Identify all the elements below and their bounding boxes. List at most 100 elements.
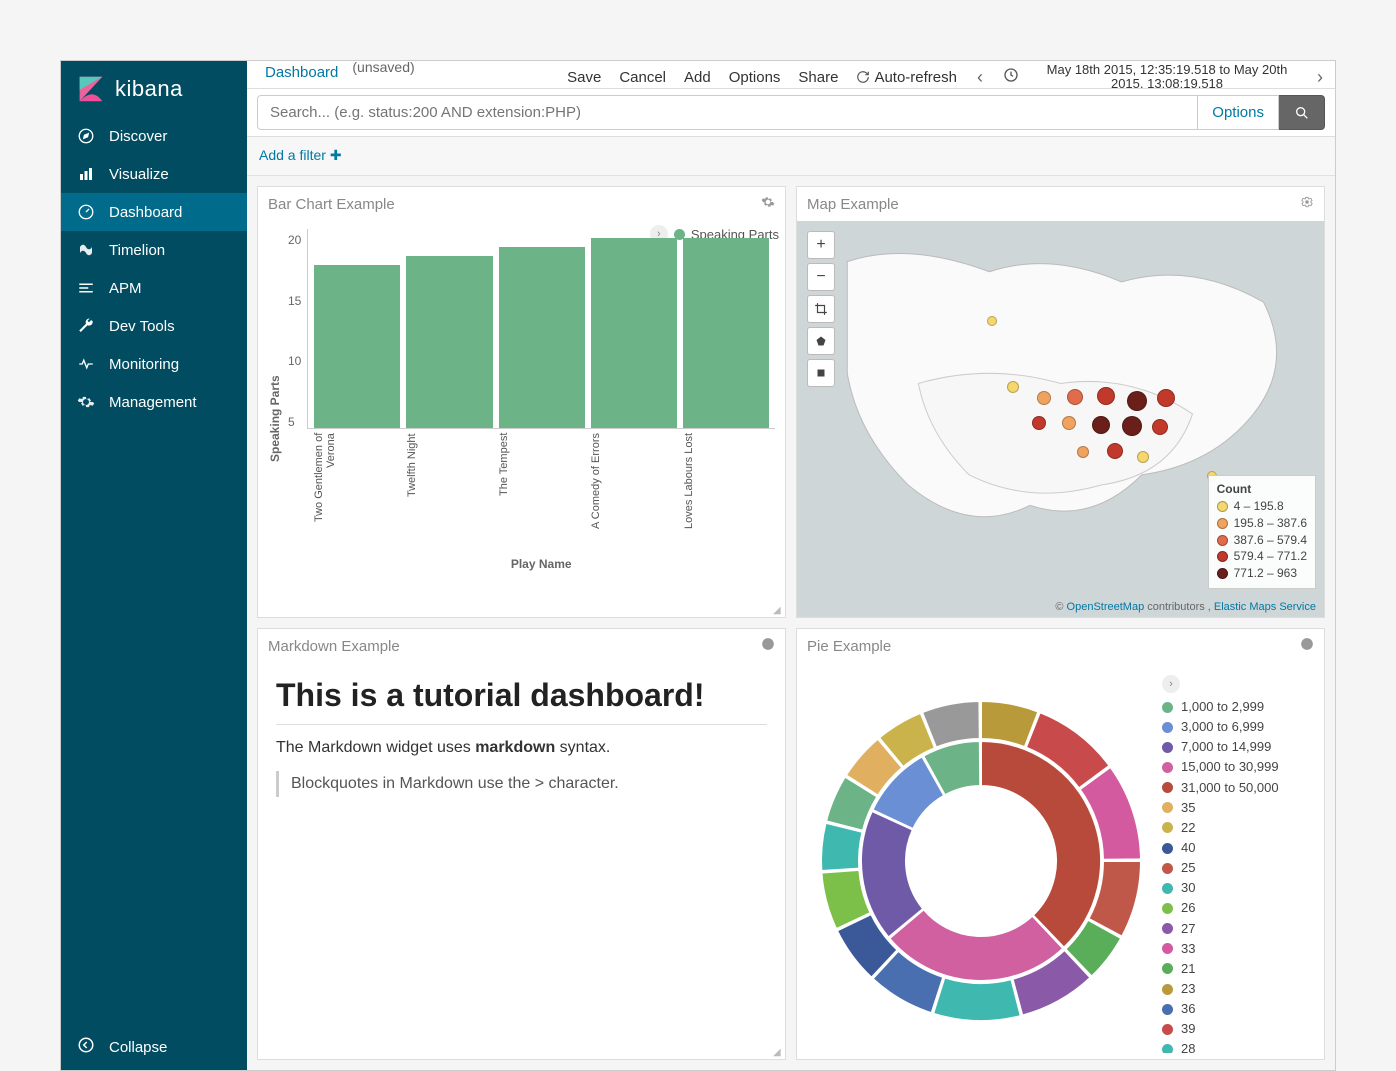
legend-item[interactable]: 22	[1162, 818, 1314, 838]
sidebar-item-management[interactable]: Management	[61, 383, 247, 421]
legend-swatch	[1162, 1004, 1173, 1015]
zoom-in-button[interactable]: +	[807, 231, 835, 259]
legend-item[interactable]: 39	[1162, 1019, 1314, 1039]
panel-settings-button[interactable]	[1300, 637, 1314, 655]
map-canvas[interactable]: + − C	[797, 221, 1324, 617]
sidebar-item-visualize[interactable]: Visualize	[61, 155, 247, 193]
x-tick-label: The Tempest	[498, 433, 584, 553]
legend-item[interactable]: 15,000 to 30,999	[1162, 757, 1314, 777]
legend-item[interactable]: 26	[1162, 898, 1314, 918]
crop-icon	[814, 302, 828, 316]
legend-item[interactable]: 7,000 to 14,999	[1162, 737, 1314, 757]
legend-item[interactable]: 33	[1162, 939, 1314, 959]
markdown-body: This is a tutorial dashboard! The Markdo…	[258, 663, 785, 811]
cancel-button[interactable]: Cancel	[619, 69, 666, 86]
logo[interactable]: kibana	[61, 61, 247, 117]
panel-title: Map Example	[807, 196, 899, 213]
legend-item[interactable]: 28	[1162, 1039, 1314, 1053]
sidebar-item-label: Monitoring	[109, 356, 179, 373]
sidebar: kibana DiscoverVisualizeDashboardTimelio…	[61, 61, 247, 1070]
timepicker-next-button[interactable]: ›	[1315, 67, 1325, 88]
bar[interactable]	[683, 238, 769, 428]
legend-item[interactable]: 35	[1162, 798, 1314, 818]
draw-rectangle-button[interactable]	[807, 359, 835, 387]
legend-swatch	[1162, 782, 1173, 793]
bar[interactable]	[406, 256, 492, 428]
sidebar-item-timelion[interactable]: Timelion	[61, 231, 247, 269]
sidebar-item-monitoring[interactable]: Monitoring	[61, 345, 247, 383]
legend-item[interactable]: 27	[1162, 919, 1314, 939]
draw-polygon-button[interactable]	[807, 327, 835, 355]
legend-item[interactable]: 3,000 to 6,999	[1162, 717, 1314, 737]
topbar: Dashboard (unsaved) SaveCancelAddOptions…	[247, 61, 1335, 89]
bar[interactable]	[499, 247, 585, 428]
x-tick-label: A Comedy of Errors	[590, 433, 676, 553]
bar-plot-area[interactable]	[307, 229, 775, 429]
legend-toggle-button[interactable]: ›	[1162, 675, 1180, 693]
search-icon	[1294, 105, 1310, 121]
zoom-out-button[interactable]: −	[807, 263, 835, 291]
legend-swatch	[1162, 863, 1173, 874]
legend-item[interactable]: 40	[1162, 838, 1314, 858]
bar[interactable]	[591, 238, 677, 428]
ems-link[interactable]: Elastic Maps Service	[1214, 601, 1316, 613]
options-button[interactable]: Options	[729, 69, 781, 86]
resize-handle[interactable]: ◢	[773, 1047, 783, 1057]
panel-settings-button[interactable]	[761, 637, 775, 655]
panel-settings-button[interactable]	[1300, 195, 1314, 213]
apm-icon	[77, 279, 95, 297]
heartbeat-icon	[77, 355, 95, 373]
timelion-icon	[77, 241, 95, 259]
plus-icon: ✚	[330, 147, 342, 163]
legend-item[interactable]: 23	[1162, 979, 1314, 999]
legend-label: 3,000 to 6,999	[1181, 717, 1264, 737]
map-controls: + −	[807, 231, 835, 387]
time-range[interactable]: May 18th 2015, 12:35:19.518 to May 20th …	[1037, 63, 1297, 89]
add-button[interactable]: Add	[684, 69, 711, 86]
bar[interactable]	[314, 265, 400, 428]
sidebar-item-dev-tools[interactable]: Dev Tools	[61, 307, 247, 345]
panel-pie: Pie Example › 1,000 to 2,9993,000 to 6,9…	[796, 628, 1325, 1060]
add-filter-button[interactable]: Add a filter ✚	[259, 147, 342, 163]
y-axis-ticks: 2015105	[282, 229, 307, 429]
resize-handle[interactable]: ◢	[773, 605, 783, 615]
wrench-icon	[77, 317, 95, 335]
breadcrumb[interactable]: Dashboard	[257, 61, 346, 84]
legend-item[interactable]: 30	[1162, 878, 1314, 898]
save-button[interactable]: Save	[567, 69, 601, 86]
legend-label: 1,000 to 2,999	[1181, 697, 1264, 717]
legend-item[interactable]: 21	[1162, 959, 1314, 979]
auto-refresh-button[interactable]: Auto-refresh	[856, 69, 957, 86]
gauge-icon	[77, 203, 95, 221]
timepicker-prev-button[interactable]: ‹	[975, 67, 985, 88]
sidebar-item-apm[interactable]: APM	[61, 269, 247, 307]
filter-bar: Add a filter ✚	[247, 137, 1335, 176]
gear-icon	[761, 195, 775, 209]
legend-swatch	[1162, 843, 1173, 854]
legend-item[interactable]: 25	[1162, 858, 1314, 878]
panel-title: Bar Chart Example	[268, 196, 395, 213]
panel-settings-button[interactable]	[761, 195, 775, 213]
legend-swatch	[1162, 923, 1173, 934]
share-button[interactable]: Share	[798, 69, 838, 86]
pie-canvas[interactable]	[803, 669, 1158, 1053]
sidebar-item-discover[interactable]: Discover	[61, 117, 247, 155]
sidebar-item-dashboard[interactable]: Dashboard	[61, 193, 247, 231]
legend-label: 27	[1181, 919, 1195, 939]
legend-item[interactable]: 1,000 to 2,999	[1162, 697, 1314, 717]
polygon-icon	[815, 335, 827, 347]
legend-swatch	[1162, 943, 1173, 954]
fit-bounds-button[interactable]	[807, 295, 835, 323]
search-input[interactable]	[257, 95, 1198, 130]
sidebar-item-label: Management	[109, 394, 197, 411]
pie-slice[interactable]	[933, 977, 1021, 1021]
collapse-button[interactable]: Collapse	[61, 1024, 247, 1070]
legend-item[interactable]: 36	[1162, 999, 1314, 1019]
search-options-button[interactable]: Options	[1198, 95, 1279, 130]
search-submit-button[interactable]	[1279, 95, 1325, 130]
markdown-paragraph: The Markdown widget uses markdown syntax…	[276, 739, 767, 757]
legend-label: 21	[1181, 959, 1195, 979]
sidebar-item-label: Dev Tools	[109, 318, 175, 335]
legend-item[interactable]: 31,000 to 50,000	[1162, 778, 1314, 798]
osm-link[interactable]: OpenStreetMap	[1067, 601, 1145, 613]
